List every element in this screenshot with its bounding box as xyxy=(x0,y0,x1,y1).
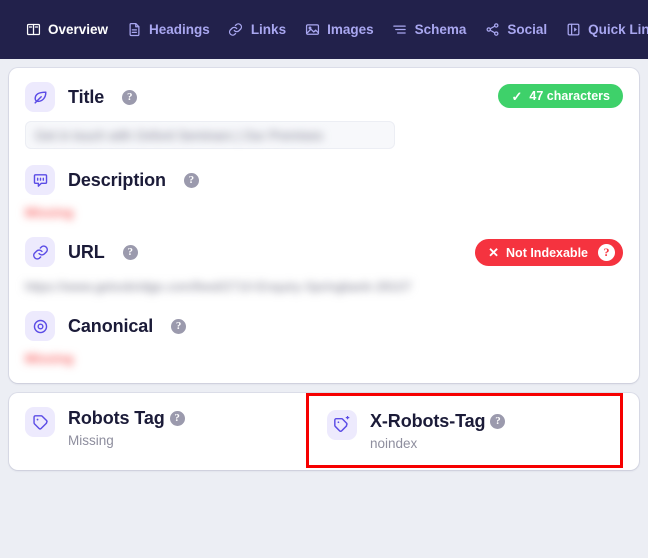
field-title: Title ? ✓ 47 characters Get in touch wit… xyxy=(25,82,623,149)
speech-bubble-icon xyxy=(25,165,55,195)
link-chain-icon xyxy=(25,237,55,267)
x-robots-tag-title-line: X-Robots-Tag ? xyxy=(370,411,506,432)
field-title-value-box: Get in touch with Oxford Seminars | Our … xyxy=(25,121,395,149)
field-title-value: Get in touch with Oxford Seminars | Our … xyxy=(35,127,324,143)
field-x-robots-tag-value: noindex xyxy=(370,436,418,451)
robots-tags-card: Robots Tag ? Missing X-Robots-Tag ? noin… xyxy=(9,393,639,470)
tab-headings-label: Headings xyxy=(149,22,210,37)
target-icon xyxy=(25,311,55,341)
field-description-label: Description xyxy=(68,169,166,190)
book-icon xyxy=(25,22,41,38)
share-icon xyxy=(484,22,500,38)
tab-links-label: Links xyxy=(250,22,287,37)
status-badge-title-label: 47 characters xyxy=(529,89,610,103)
tab-quick-links[interactable]: Quick Links xyxy=(556,16,648,44)
close-icon: ✕ xyxy=(488,245,500,260)
field-url-value-wrap: https://www.getoxbridge.com/feed/2710-En… xyxy=(25,277,623,295)
robots-row: Robots Tag ? Missing X-Robots-Tag ? noin… xyxy=(25,393,623,468)
field-robots-tag: Robots Tag ? Missing xyxy=(25,407,324,448)
help-icon-title[interactable]: ? xyxy=(122,89,138,105)
help-icon-url[interactable]: ? xyxy=(122,244,138,260)
help-icon-x-robots-tag[interactable]: ? xyxy=(490,414,506,429)
tag-icon xyxy=(25,407,55,437)
status-badge-title-characters[interactable]: ✓ 47 characters xyxy=(498,84,623,108)
help-icon-description[interactable]: ? xyxy=(183,172,199,188)
tag-superscript-icon xyxy=(327,410,357,440)
tab-schema-label: Schema xyxy=(414,22,467,37)
field-x-robots-tag-label: X-Robots-Tag xyxy=(370,411,486,431)
robots-tag-text: Robots Tag ? Missing xyxy=(68,407,185,448)
field-robots-tag-label: Robots Tag xyxy=(68,408,165,428)
help-icon-not-indexable[interactable]: ? xyxy=(598,244,615,261)
tab-overview-label: Overview xyxy=(48,22,109,37)
document-icon xyxy=(126,22,142,38)
tab-schema[interactable]: Schema xyxy=(383,16,476,44)
status-badge-not-indexable-label: Not Indexable xyxy=(506,245,588,260)
status-badge-not-indexable[interactable]: ✕ Not Indexable ? xyxy=(475,239,623,266)
field-description: Description ? Missing xyxy=(25,165,623,221)
field-x-robots-tag: X-Robots-Tag ? noindex xyxy=(306,393,623,468)
field-canonical-value-wrap: Missing xyxy=(25,350,623,367)
check-icon: ✓ xyxy=(511,88,523,104)
field-url-value: https://www.getoxbridge.com/feed/2710-En… xyxy=(25,278,412,294)
list-icon xyxy=(392,22,408,38)
tab-social[interactable]: Social xyxy=(475,16,556,44)
field-canonical-header: Canonical ? xyxy=(25,311,623,341)
field-canonical: Canonical ? Missing xyxy=(25,311,623,367)
tab-images-label: Images xyxy=(327,22,374,37)
tab-links[interactable]: Links xyxy=(219,16,295,44)
x-robots-tag-text: X-Robots-Tag ? noindex xyxy=(370,410,506,451)
quick-links-icon xyxy=(565,22,581,38)
field-description-value-wrap: Missing xyxy=(25,204,623,221)
top-navigation-bar: Overview Headings Links Images Schema So… xyxy=(0,0,648,59)
field-canonical-value: Missing xyxy=(25,351,74,366)
tab-social-label: Social xyxy=(507,22,548,37)
field-url: URL ? ✕ Not Indexable ? https://www.geto… xyxy=(25,237,623,295)
field-title-label: Title xyxy=(68,86,105,107)
tab-quick-links-label: Quick Links xyxy=(588,22,648,37)
meta-fields-card: Title ? ✓ 47 characters Get in touch wit… xyxy=(9,68,639,383)
field-description-header: Description ? xyxy=(25,165,623,195)
tab-images[interactable]: Images xyxy=(295,16,383,44)
link-icon xyxy=(228,22,244,38)
tab-headings[interactable]: Headings xyxy=(117,16,219,44)
help-icon-robots-tag[interactable]: ? xyxy=(169,411,185,426)
page-body: Title ? ✓ 47 characters Get in touch wit… xyxy=(0,59,648,470)
tab-overview[interactable]: Overview xyxy=(16,16,117,44)
help-icon-canonical[interactable]: ? xyxy=(171,318,187,334)
leaf-icon xyxy=(25,82,55,112)
image-icon xyxy=(304,22,320,38)
field-url-label: URL xyxy=(68,241,105,262)
robots-tag-title-line: Robots Tag ? xyxy=(68,408,185,429)
field-robots-tag-value: Missing xyxy=(68,433,114,448)
field-canonical-label: Canonical xyxy=(68,315,154,336)
field-description-value: Missing xyxy=(25,205,74,220)
